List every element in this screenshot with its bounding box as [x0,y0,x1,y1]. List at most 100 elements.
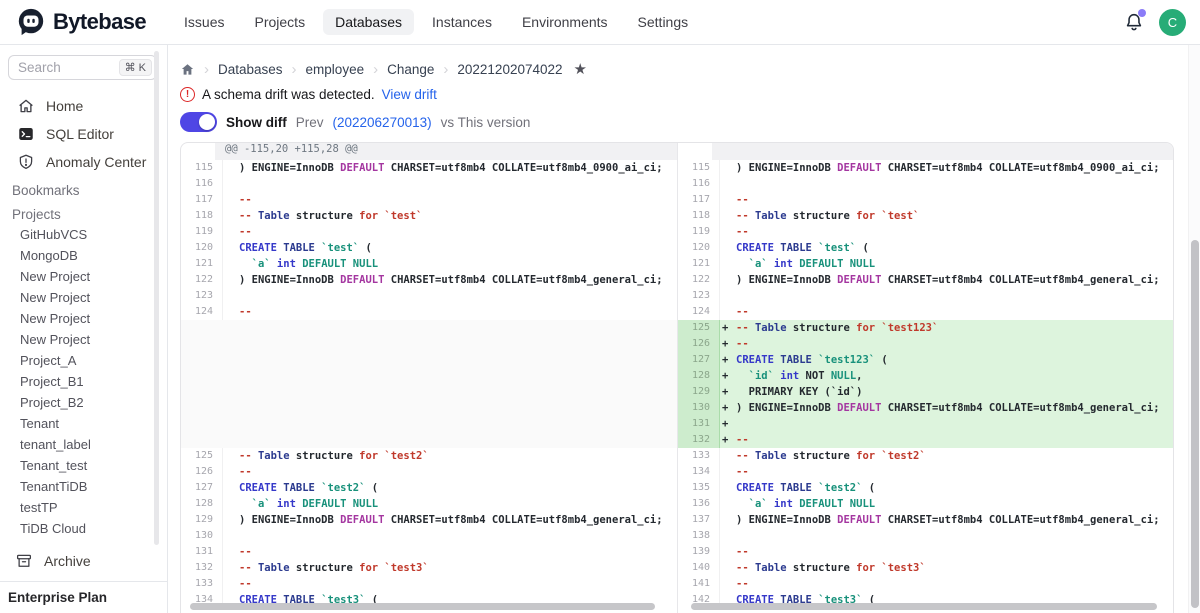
diff-marker [225,384,239,400]
diff-code-line: 116 [181,176,677,192]
diff-marker: + [722,416,736,432]
diff-code-line: 139-- [678,544,1173,560]
diff-placeholder-row [181,352,677,368]
sidebar: Search ⌘ K Home [0,45,168,613]
breadcrumb-item-version[interactable]: 20221202074022 [457,62,562,77]
breadcrumb-home-icon[interactable] [180,62,195,77]
code-cell: -- Table structure for `test2` [223,448,677,464]
diff-code-line: 122) ENGINE=InnoDB DEFAULT CHARSET=utf8m… [181,272,677,288]
main-nav: Issues ProjectsDatabasesInstancesEnvironm… [172,9,700,35]
nav-item-databases[interactable]: Databases [323,9,414,35]
top-navbar: Bytebase Issues ProjectsDatabasesInstance… [0,0,1200,45]
nav-item-projects[interactable]: Projects [243,9,318,35]
notifications-button[interactable] [1123,11,1145,33]
sidebar-project-item[interactable]: New Project [0,308,167,329]
diff-code-line: 141-- [678,576,1173,592]
breadcrumb-item-databases[interactable]: Databases [218,62,283,77]
line-number [181,320,223,336]
sidebar-item-sql-editor[interactable]: SQL Editor [0,120,167,148]
line-number: 123 [678,288,720,304]
sidebar-project-item[interactable]: testTP [0,497,167,518]
diff-marker [225,544,239,560]
line-number: 127 [181,480,223,496]
nav-item-instances[interactable]: Instances [420,9,504,35]
sidebar-section-bookmarks[interactable]: Bookmarks [0,176,167,200]
code-cell: ) ENGINE=InnoDB DEFAULT CHARSET=utf8mb4 … [720,160,1173,176]
code-cell [720,176,1173,192]
page-scrollbar-track[interactable] [1188,45,1200,613]
hunk-header-text [712,143,1173,160]
avatar[interactable]: C [1159,9,1186,36]
code-cell: -- [223,464,677,480]
sidebar-item-home[interactable]: Home [0,92,167,120]
line-number [181,416,223,432]
sidebar-project-item[interactable]: Tenant_test [0,455,167,476]
diff-marker [722,544,736,560]
line-number: 123 [181,288,223,304]
nav-item-settings[interactable]: Settings [626,9,701,35]
line-number: 136 [678,496,720,512]
nav-item-environments[interactable]: Environments [510,9,620,35]
nav-item-issues[interactable]: Issues [172,9,236,35]
sidebar-nav: Home SQL Editor [0,92,167,176]
diff-marker [722,448,736,464]
code-cell [223,288,677,304]
line-number: 132 [181,560,223,576]
diff-marker [225,192,239,208]
diff-code-line: 120CREATE TABLE `test` ( [678,240,1173,256]
sidebar-project-item[interactable]: New Project [0,329,167,350]
line-number [181,432,223,448]
breadcrumb-item-change[interactable]: Change [387,62,434,77]
diff-marker [225,464,239,480]
sidebar-project-item[interactable]: TiDB Cloud [0,518,167,539]
search-input[interactable]: Search ⌘ K [8,55,157,80]
horizontal-scrollbar[interactable] [190,603,655,610]
sidebar-project-item[interactable]: New Project [0,266,167,287]
sidebar-project-item[interactable]: GitHubVCS [0,224,167,245]
bytebase-logo[interactable]: Bytebase [16,7,146,37]
sidebar-project-item[interactable]: TenantTiDB [0,476,167,497]
sidebar-project-item[interactable]: MongoDB [0,245,167,266]
line-number: 135 [678,480,720,496]
line-number: 118 [181,208,223,224]
sidebar-project-item[interactable]: New Project [0,287,167,308]
diff-code-line: 125-- Table structure for `test2` [181,448,677,464]
view-drift-link[interactable]: View drift [382,87,437,102]
sidebar-scrollbar[interactable] [154,51,159,545]
code-cell: ) ENGINE=InnoDB DEFAULT CHARSET=utf8mb4 … [720,272,1173,288]
line-number [181,384,223,400]
show-diff-toggle[interactable] [180,112,217,132]
sidebar-item-archive[interactable]: Archive [0,546,167,576]
horizontal-scrollbar[interactable] [691,603,1157,610]
diff-marker [722,192,736,208]
sidebar-item-anomaly-center[interactable]: Anomaly Center [0,148,167,176]
sidebar-project-item[interactable]: Tenant [0,413,167,434]
diff-marker [225,400,239,416]
sidebar-project-item[interactable]: Project_B1 [0,371,167,392]
code-cell [223,336,677,352]
code-cell [223,352,677,368]
breadcrumb-item-employee[interactable]: employee [306,62,365,77]
diff-marker: + [722,320,736,336]
hunk-header-text: @@ -115,20 +115,28 @@ [215,143,677,160]
diff-marker [225,240,239,256]
prev-version-link[interactable]: (202206270013) [333,115,432,130]
breadcrumb: › Databases › employee › Change › 202212… [180,60,1174,78]
code-cell: ) ENGINE=InnoDB DEFAULT CHARSET=utf8mb4 … [720,512,1173,528]
page-scrollbar-thumb[interactable] [1191,240,1199,608]
line-number [181,336,223,352]
diff-code-line: 115) ENGINE=InnoDB DEFAULT CHARSET=utf8m… [181,160,677,176]
diff-code-line: 123 [181,288,677,304]
line-number: 120 [678,240,720,256]
sidebar-project-item[interactable]: Project_A [0,350,167,371]
bookmark-star-icon[interactable]: ★ [574,60,587,78]
sidebar-project-item[interactable]: tenant_label [0,434,167,455]
sidebar-section-projects[interactable]: Projects [0,200,167,224]
main-content: › Databases › employee › Change › 202212… [168,45,1200,613]
diff-code-line: 122) ENGINE=InnoDB DEFAULT CHARSET=utf8m… [678,272,1173,288]
sidebar-project-item[interactable]: Project_B2 [0,392,167,413]
diff-code-line: 118-- Table structure for `test` [181,208,677,224]
diff-marker [225,416,239,432]
diff-placeholder-row [181,384,677,400]
diff-marker [225,496,239,512]
